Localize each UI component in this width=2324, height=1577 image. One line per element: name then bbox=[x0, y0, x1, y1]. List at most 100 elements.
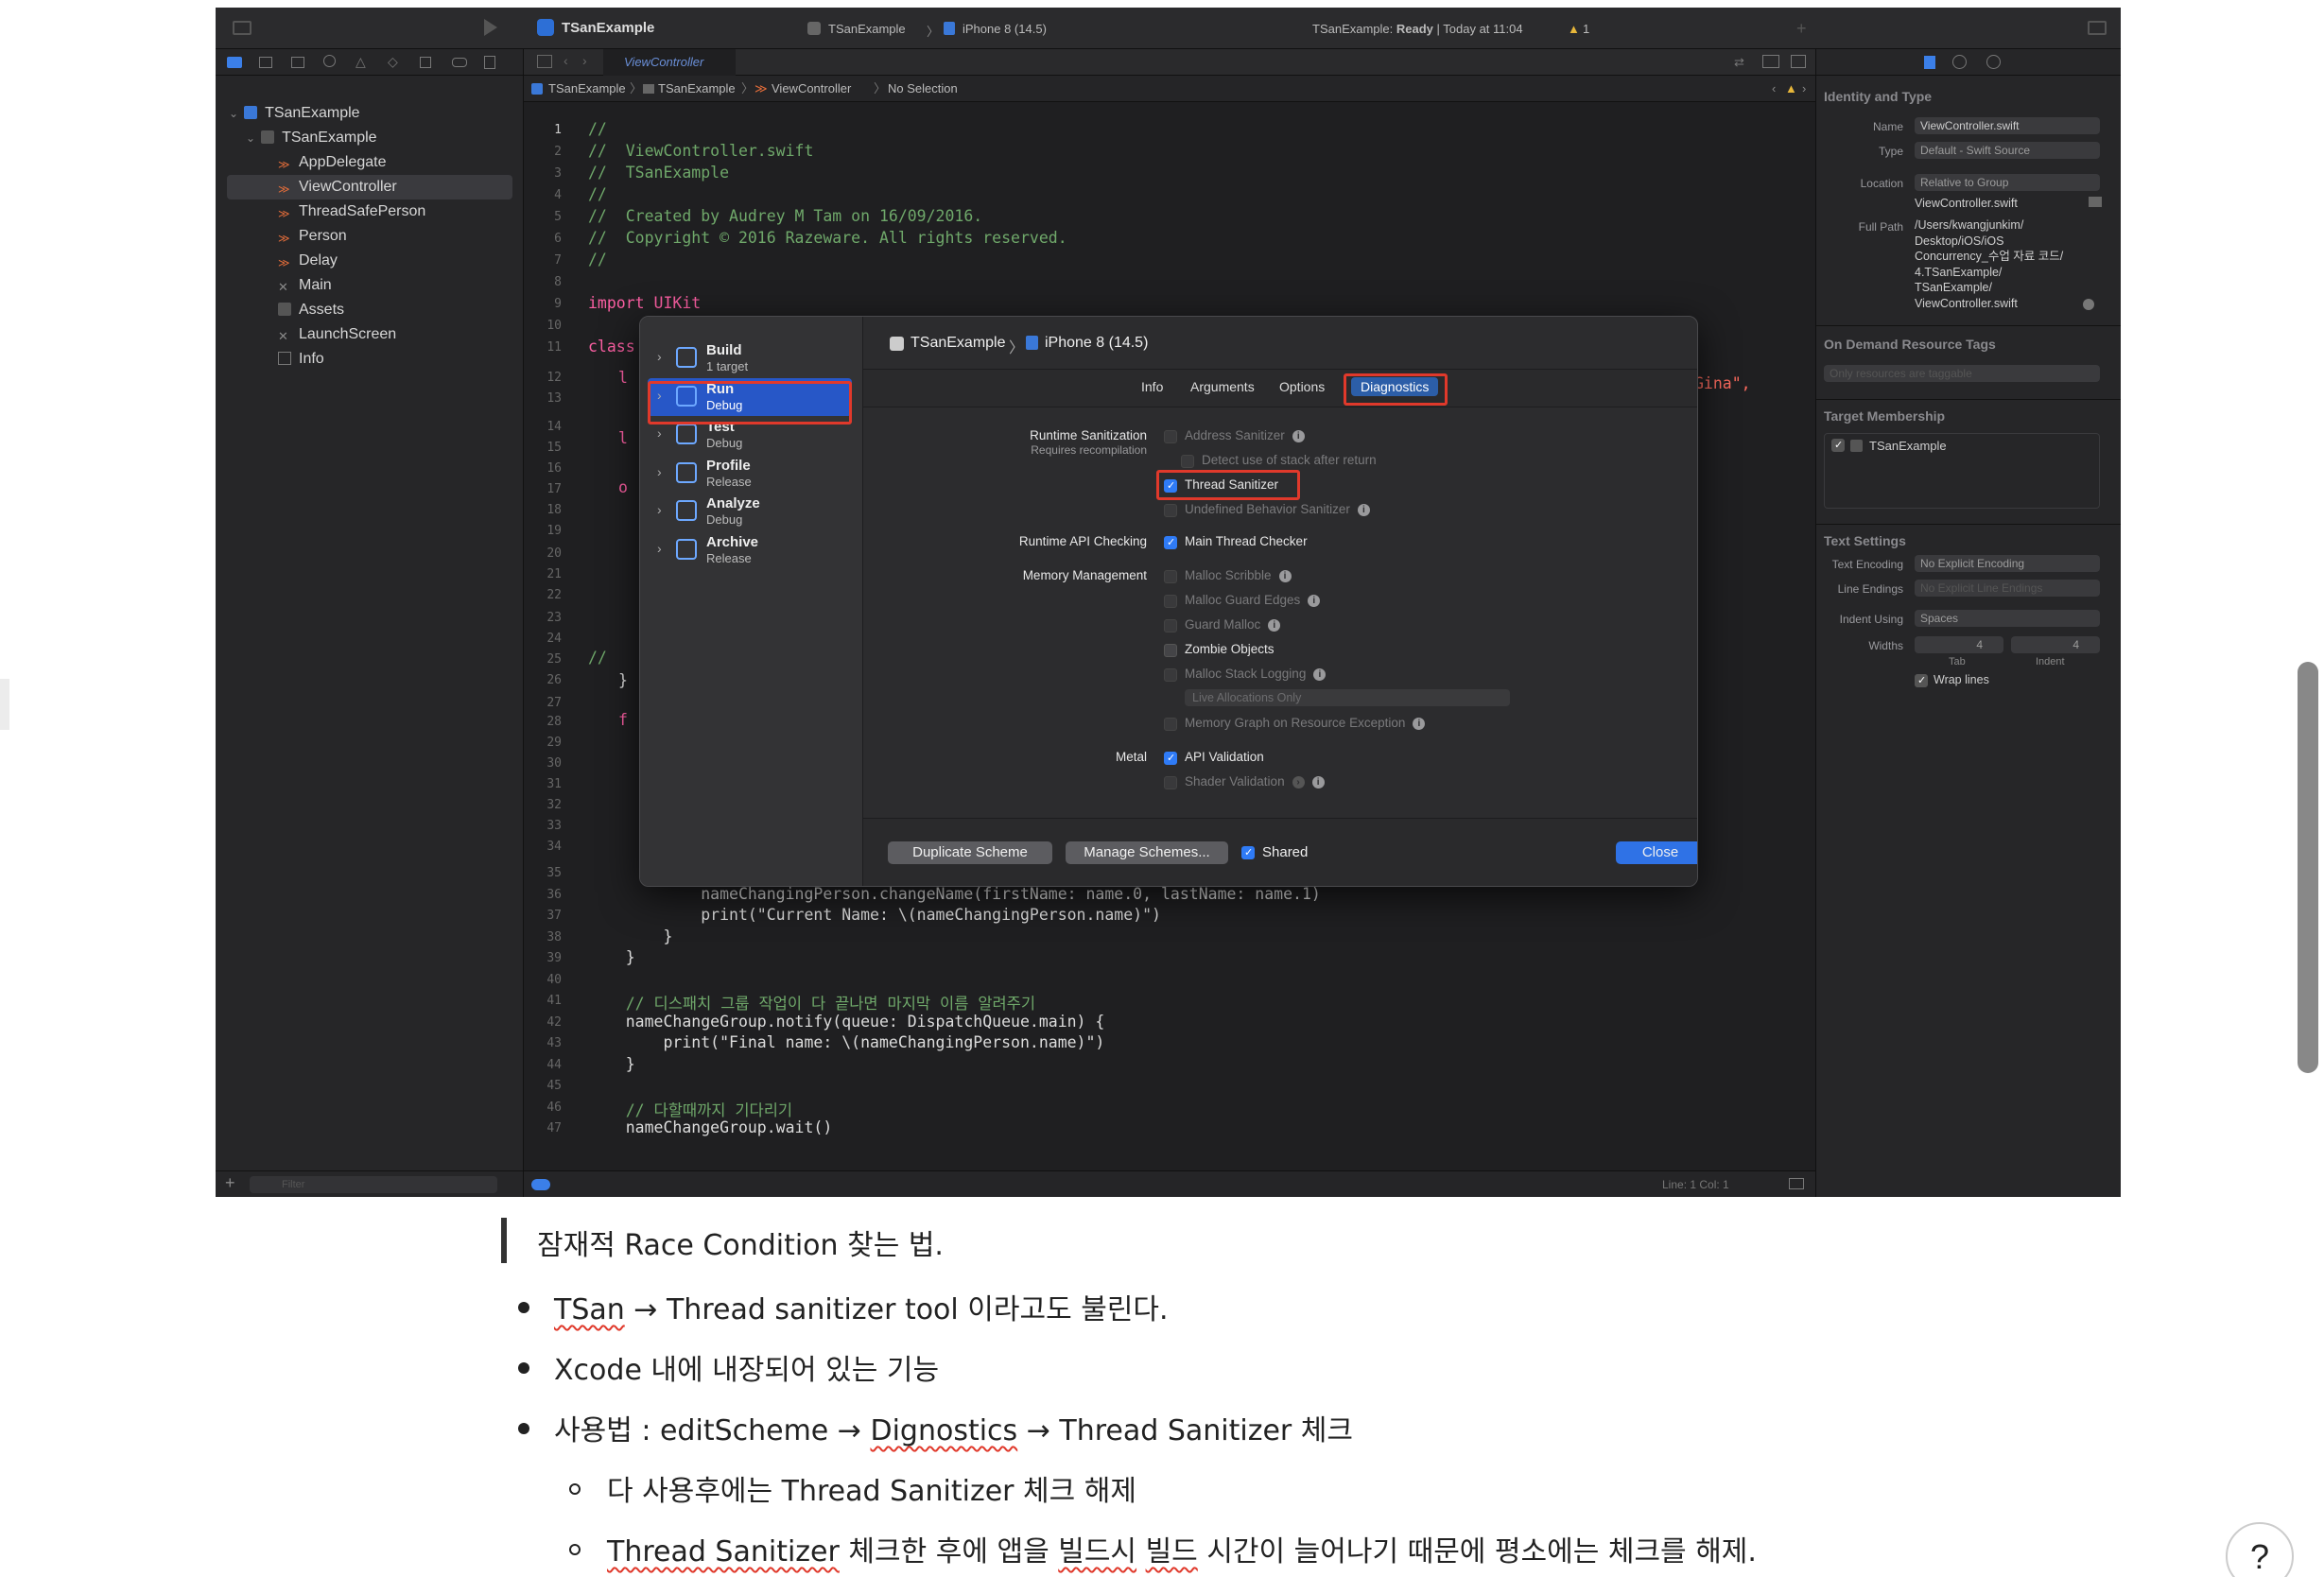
debug-area-icon[interactable] bbox=[1789, 1178, 1804, 1189]
malloc-stack-logging-checkbox[interactable] bbox=[1164, 668, 1177, 682]
code-line[interactable]: // 다할때까지 기다리기 bbox=[588, 1098, 792, 1120]
wrap-lines-checkbox[interactable] bbox=[1915, 674, 1928, 687]
page-scrollbar[interactable] bbox=[2298, 662, 2318, 1073]
tab-options[interactable]: Options bbox=[1279, 379, 1325, 394]
info-icon[interactable]: i bbox=[1311, 776, 1325, 788]
duplicate-scheme-button[interactable]: Duplicate Scheme bbox=[888, 841, 1052, 864]
info-icon[interactable]: i bbox=[1268, 619, 1281, 632]
symbol-tab-icon[interactable] bbox=[291, 57, 304, 68]
info-icon[interactable]: i bbox=[1278, 570, 1292, 582]
code-line[interactable]: // TSanExample bbox=[588, 164, 729, 182]
memory-graph-checkbox[interactable] bbox=[1164, 718, 1177, 731]
add-file-icon[interactable]: + bbox=[225, 1173, 235, 1193]
api-validation-checkbox[interactable] bbox=[1164, 752, 1177, 765]
refresh-icon[interactable]: ⇄ bbox=[1734, 55, 1744, 70]
code-line[interactable]: // bbox=[588, 185, 607, 203]
folder-tab-icon[interactable] bbox=[227, 57, 242, 68]
tree-row-appdelegate[interactable]: ≫ AppDelegate bbox=[278, 150, 387, 175]
tree-row-threadsafeperson[interactable]: ≫ ThreadSafePerson bbox=[278, 199, 425, 224]
main-thread-checker-checkbox[interactable] bbox=[1164, 536, 1177, 549]
code-line[interactable]: // Created by Audrey M Tam on 16/09/2016… bbox=[588, 207, 982, 225]
info-icon[interactable]: i bbox=[1357, 504, 1370, 516]
code-line[interactable]: nameChangeGroup.notify(queue: DispatchQu… bbox=[588, 1013, 1105, 1031]
jump-file[interactable]: ViewController bbox=[772, 76, 851, 102]
chevron-right-icon[interactable]: › bbox=[657, 464, 662, 479]
code-line[interactable]: print("Final name: \(nameChangingPerson.… bbox=[588, 1033, 1104, 1051]
code-line[interactable]: } bbox=[588, 1055, 635, 1073]
find-tab-icon[interactable] bbox=[323, 55, 336, 67]
chevron-right-icon[interactable]: › bbox=[657, 349, 662, 364]
zombie-objects-checkbox[interactable] bbox=[1164, 644, 1177, 657]
jump-project[interactable]: TSanExample bbox=[548, 76, 626, 102]
live-allocations-select[interactable]: Live Allocations Only bbox=[1185, 689, 1510, 706]
tab-arguments[interactable]: Arguments bbox=[1190, 379, 1255, 394]
header-device[interactable]: iPhone 8 (14.5) bbox=[1045, 335, 1148, 352]
help-inspector-icon[interactable] bbox=[1986, 55, 2001, 69]
scheme-action-build[interactable]: › Build 1 target bbox=[648, 339, 852, 377]
type-select[interactable]: Default - Swift Source bbox=[1915, 142, 2100, 159]
tab-width-field[interactable]: 4 bbox=[1915, 636, 2003, 653]
info-icon[interactable]: i bbox=[1313, 668, 1327, 681]
tree-row-launchscreen[interactable]: ✕ LaunchScreen bbox=[278, 322, 396, 347]
tree-row-group[interactable]: ⌄ TSanExample bbox=[246, 126, 377, 150]
code-line[interactable]: // bbox=[588, 120, 607, 138]
reveal-folder-icon[interactable] bbox=[2089, 197, 2102, 207]
add-icon[interactable]: + bbox=[1796, 19, 1807, 39]
split-editor-icon[interactable] bbox=[1791, 55, 1806, 68]
tree-row-main[interactable]: ✕ Main bbox=[278, 273, 332, 298]
editor-tab[interactable]: ViewController bbox=[603, 49, 736, 76]
chevron-right-icon[interactable]: › bbox=[657, 425, 662, 441]
code-line[interactable]: nameChangeGroup.wait() bbox=[588, 1118, 833, 1136]
tree-row-info[interactable]: Info bbox=[278, 347, 324, 372]
debug-tab-icon[interactable] bbox=[420, 57, 431, 68]
ondemand-tags-field[interactable]: Only resources are taggable bbox=[1824, 365, 2100, 382]
run-icon[interactable] bbox=[484, 19, 497, 36]
endings-select[interactable]: No Explicit Line Endings bbox=[1915, 580, 2100, 597]
code-line[interactable]: print("Current Name: \(nameChangingPerso… bbox=[588, 906, 1161, 924]
editor-options-icon[interactable] bbox=[1762, 55, 1779, 68]
scheme-selector[interactable]: TSanExample bbox=[828, 22, 906, 36]
reveal-arrow-icon[interactable] bbox=[2083, 299, 2094, 310]
malloc-scribble-checkbox[interactable] bbox=[1164, 570, 1177, 583]
code-line[interactable]: import UIKit bbox=[588, 294, 701, 312]
location-select[interactable]: Relative to Group bbox=[1915, 174, 2100, 191]
breakpoint-tab-icon[interactable] bbox=[452, 58, 467, 67]
debug-toggle-icon[interactable] bbox=[531, 1179, 550, 1190]
arrow-icon[interactable]: › bbox=[1292, 776, 1305, 788]
scheme-action-archive[interactable]: › Archive Release bbox=[648, 531, 852, 569]
code-line[interactable]: nameChangingPerson.changeName(firstName:… bbox=[588, 885, 1321, 903]
encoding-select[interactable]: No Explicit Encoding bbox=[1915, 555, 2100, 572]
back-icon[interactable]: ‹ bbox=[564, 53, 568, 68]
chevron-right-icon[interactable]: › bbox=[657, 502, 662, 517]
jump-symbol[interactable]: No Selection bbox=[888, 76, 958, 102]
filter-input[interactable]: Filter bbox=[250, 1176, 497, 1193]
code-line[interactable]: // 디스패치 그룹 작업이 다 끝나면 마지막 이름 알려주기 bbox=[588, 991, 1035, 1014]
sidebar-toggle-icon[interactable] bbox=[233, 21, 251, 35]
info-icon[interactable]: i bbox=[1308, 595, 1321, 607]
code-line[interactable]: // bbox=[588, 251, 607, 269]
source-control-tab-icon[interactable] bbox=[259, 57, 272, 68]
guard-malloc-checkbox[interactable] bbox=[1164, 619, 1177, 633]
info-icon[interactable]: i bbox=[1292, 430, 1305, 442]
report-tab-icon[interactable] bbox=[484, 56, 495, 69]
shared-checkbox[interactable] bbox=[1241, 846, 1255, 859]
tree-row-person[interactable]: ≫ Person bbox=[278, 224, 347, 249]
warning-icon[interactable]: ▲ bbox=[1785, 76, 1797, 102]
previous-issue-icon[interactable]: ‹ bbox=[1772, 76, 1776, 102]
close-button[interactable]: Close bbox=[1616, 841, 1697, 864]
tab-info[interactable]: Info bbox=[1141, 379, 1163, 394]
test-tab-icon[interactable]: ◇ bbox=[388, 54, 398, 70]
code-line[interactable]: } bbox=[588, 948, 635, 966]
history-inspector-icon[interactable] bbox=[1952, 55, 1967, 69]
code-line[interactable]: // Copyright © 2016 Razeware. All rights… bbox=[588, 229, 1067, 247]
header-scheme[interactable]: TSanExample bbox=[911, 335, 1006, 352]
shader-validation-checkbox[interactable] bbox=[1164, 776, 1177, 789]
address-sanitizer-checkbox[interactable] bbox=[1164, 430, 1177, 443]
malloc-guard-edges-checkbox[interactable] bbox=[1164, 595, 1177, 608]
warning-icon[interactable]: ▲ bbox=[1568, 22, 1580, 36]
indent-width-field[interactable]: 4 bbox=[2011, 636, 2100, 653]
name-field[interactable]: ViewController.swift bbox=[1915, 117, 2100, 134]
detect-stack-checkbox[interactable] bbox=[1181, 455, 1194, 468]
chevron-right-icon[interactable]: › bbox=[657, 541, 662, 556]
tree-row-assets[interactable]: Assets bbox=[278, 298, 344, 322]
